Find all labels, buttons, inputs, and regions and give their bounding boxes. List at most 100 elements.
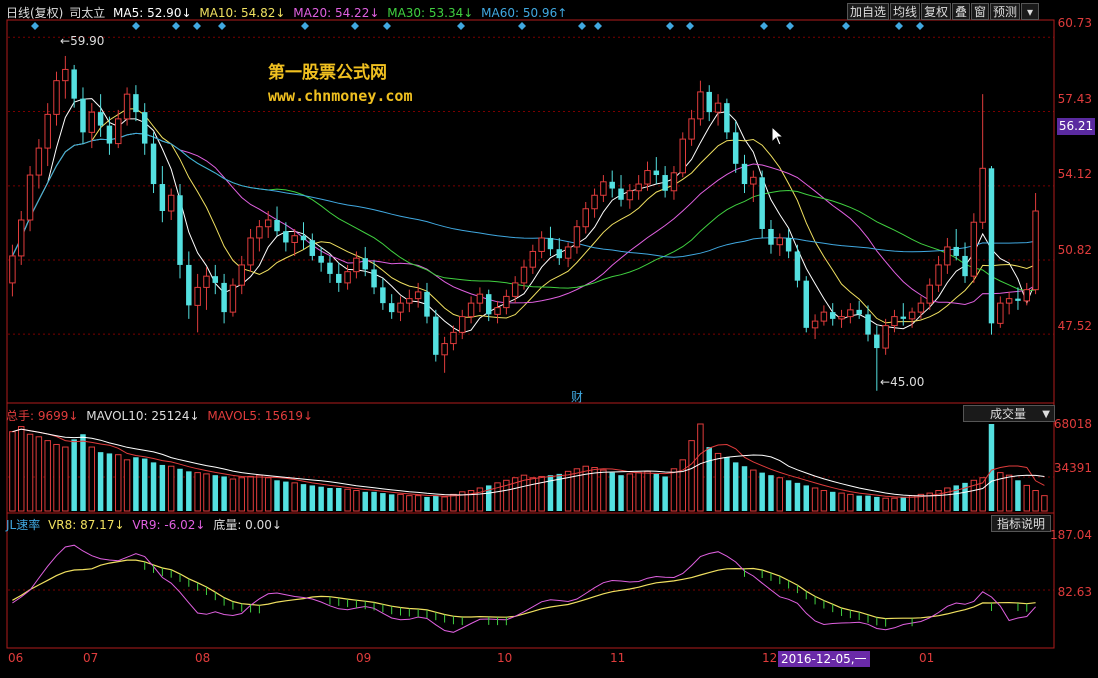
candle-body	[414, 291, 422, 300]
event-diamond	[578, 22, 586, 30]
mavol10-line	[12, 428, 1045, 497]
volume-bar	[141, 458, 148, 511]
volume-bar	[874, 496, 880, 511]
vr9-label: VR9: -6.02↓	[132, 518, 206, 532]
price-axis-label: 47.52	[1057, 319, 1092, 333]
volume-bar	[397, 493, 404, 512]
volume-bar	[635, 472, 642, 512]
candle-body	[679, 138, 687, 174]
candle-body	[1005, 298, 1013, 304]
date-axis-label: 12	[762, 651, 778, 665]
moving-average-lines	[11, 98, 1037, 334]
volume-bar	[212, 475, 219, 511]
cursor-date-tag: 2016-12-05,一	[778, 651, 870, 667]
candle-body	[71, 69, 77, 99]
ma-settings-button[interactable]: 均线	[890, 3, 920, 20]
indicator-name[interactable]: JL速率	[6, 518, 40, 532]
candle-body	[944, 246, 951, 266]
candle-body	[908, 311, 916, 320]
date-axis-label: 10	[497, 651, 513, 665]
ma60-label: MA60: 50.96↑	[481, 6, 568, 20]
volume-bar	[291, 482, 298, 512]
chart-mode[interactable]: 日线(复权)	[6, 6, 63, 20]
candle-body	[891, 316, 898, 327]
candle-body	[26, 174, 34, 221]
mavol10-label: MAVOL10: 25124↓	[86, 409, 200, 423]
event-diamond	[666, 22, 674, 30]
candle-body	[511, 282, 519, 297]
candle-body	[327, 262, 333, 274]
indicator-help-button[interactable]: 指标说明	[991, 515, 1051, 532]
volume-bar	[371, 491, 377, 511]
candle-body	[926, 284, 933, 304]
candle-body	[9, 255, 16, 284]
window-button[interactable]: 窗	[971, 3, 989, 20]
volume-bar	[882, 497, 889, 512]
candle-body	[362, 258, 368, 270]
add-watchlist-button[interactable]: 加自选	[847, 3, 889, 20]
event-diamond	[518, 22, 526, 30]
volume-bar	[380, 493, 386, 511]
volume-bar	[53, 443, 60, 512]
volume-bar	[891, 497, 898, 512]
volume-bar	[229, 478, 237, 512]
candle-body	[503, 295, 510, 309]
volume-bar	[768, 475, 774, 511]
vr9-line	[12, 544, 1036, 633]
candle-body	[212, 276, 219, 283]
low-price-annotation: ←45.00	[880, 375, 925, 389]
volume-bar	[582, 465, 589, 512]
volume-bar	[406, 495, 413, 512]
price-panel-frame	[6, 19, 1055, 404]
volume-bar	[776, 477, 784, 512]
price-axis-label: 50.82	[1057, 243, 1092, 257]
candle-body	[776, 237, 784, 246]
volume-bar	[44, 440, 51, 512]
candle-body	[380, 287, 386, 304]
high-price-value: 59.90	[70, 34, 105, 48]
volume-bar	[679, 459, 687, 512]
adjust-price-button[interactable]: 复权	[921, 3, 951, 20]
event-diamond-markers[interactable]	[31, 22, 924, 30]
volume-bar	[644, 470, 651, 512]
candle-body	[653, 170, 660, 176]
volume-bar	[433, 495, 439, 511]
chevron-down-icon: ▼	[1042, 409, 1050, 420]
volume-bar	[88, 446, 96, 512]
candle-body	[44, 113, 51, 149]
volume-bar	[353, 490, 360, 512]
volume-bar	[688, 440, 695, 512]
candle-body	[80, 98, 86, 133]
candle-body	[167, 194, 175, 212]
forecast-button[interactable]: 预测	[990, 3, 1020, 20]
volume-bar	[318, 486, 324, 511]
candle-body	[150, 143, 157, 185]
candle-body	[17, 219, 25, 257]
ma10-label: MA10: 54.82↓	[199, 6, 286, 20]
candle-body	[556, 249, 563, 259]
candle-body	[724, 103, 730, 133]
candle-body	[274, 219, 280, 232]
volume-bar	[283, 481, 289, 511]
volume-bar	[759, 472, 765, 511]
volume-bar	[785, 480, 792, 511]
chart-canvas[interactable]	[0, 0, 1098, 678]
volume-bar	[238, 477, 245, 512]
candle-body	[256, 226, 263, 239]
finance-report-marker[interactable]: 财	[571, 388, 583, 405]
overlay-button[interactable]: 叠	[952, 3, 970, 20]
candle-body	[291, 235, 298, 243]
candle-body	[318, 255, 324, 263]
indicator-axis-label: 187.04	[1050, 528, 1092, 542]
volume-indicator-select[interactable]: 成交量 ▼	[963, 405, 1055, 422]
volume-bar	[538, 475, 545, 512]
volume-axis-label: 68018	[1053, 417, 1092, 431]
volume-total-label: 总手: 9699↓	[6, 409, 79, 423]
volume-header: 总手: 9699↓ MAVOL10: 25124↓ MAVOL5: 15619↓	[6, 407, 313, 424]
candle-body	[194, 286, 201, 306]
volume-bar	[662, 476, 668, 511]
candle-body	[953, 246, 959, 256]
volume-bar	[803, 485, 809, 511]
dropdown-arrow-icon[interactable]: ▾	[1021, 3, 1039, 20]
event-diamond	[351, 22, 359, 30]
